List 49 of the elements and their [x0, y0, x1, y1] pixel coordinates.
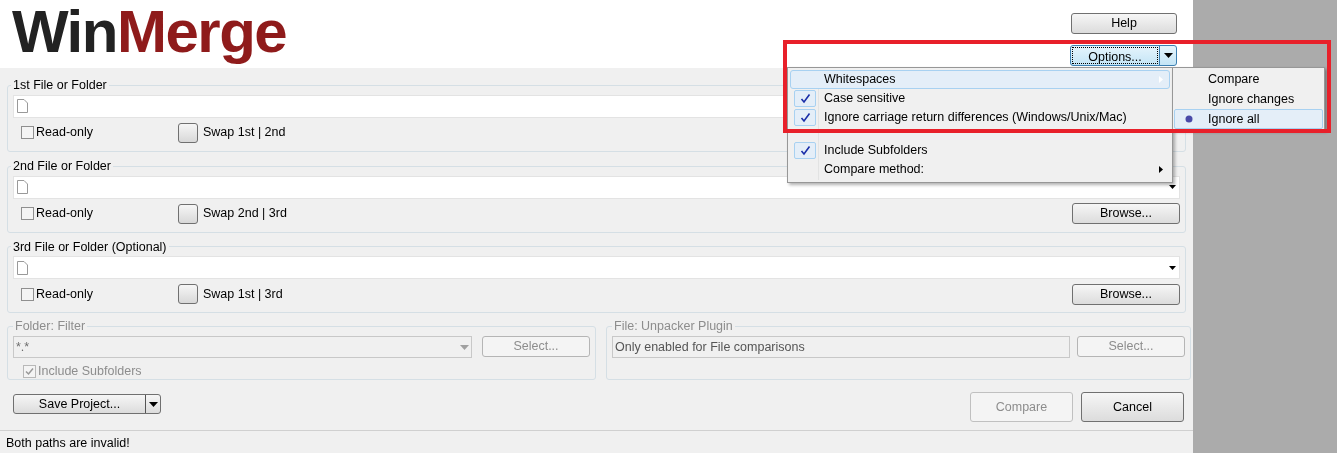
group-title: File: Unpacker Plugin [613, 318, 734, 336]
radio-dot-icon [1185, 115, 1193, 123]
browse-button[interactable]: Browse... [1072, 203, 1180, 224]
checkbox[interactable] [21, 287, 34, 301]
path-field[interactable] [13, 256, 1180, 280]
menu-item[interactable]: Include Subfolders [790, 141, 1170, 160]
group-title: 3rd File or Folder (Optional) [12, 238, 168, 256]
dropdown-arrow-icon[interactable] [1169, 185, 1176, 189]
options-split-button[interactable]: Options... [1070, 45, 1177, 66]
swap-label: Swap 1st | 2nd [203, 124, 286, 142]
document-icon [17, 260, 28, 275]
group-title: 1st File or Folder [12, 77, 108, 94]
group-title: 2nd File or Folder [12, 157, 112, 175]
swap-button[interactable] [178, 122, 198, 143]
menu-item[interactable]: Case sensitive [790, 89, 1170, 108]
checkmark-icon [794, 142, 816, 159]
dropdown-arrow-icon[interactable] [1169, 265, 1176, 270]
checkbox-label: Read-only [36, 285, 93, 303]
checkbox-label: Include Subfolders [38, 363, 142, 380]
submenu-item[interactable]: Ignore changes [1174, 89, 1323, 109]
checkbox[interactable] [21, 207, 34, 220]
help-button[interactable]: Help [1071, 13, 1177, 34]
swap-button[interactable] [178, 284, 198, 305]
document-icon [17, 180, 28, 194]
browse-button[interactable]: Browse... [1072, 283, 1180, 305]
swap-label: Swap 1st | 3rd [203, 285, 283, 303]
group-title: Folder: Filter [14, 318, 87, 336]
app-logo: WinMerge [12, 2, 287, 62]
submenu-arrow-icon [1159, 166, 1163, 173]
caret-icon [1163, 53, 1173, 58]
checkbox-label: Read-only [36, 205, 93, 223]
checkmark-icon [794, 109, 816, 126]
caret-icon [148, 401, 158, 407]
save-project-label: Save Project... [37, 396, 122, 414]
submenu-item[interactable]: Compare [1174, 69, 1323, 89]
submenu-item[interactable]: Ignore all [1174, 109, 1323, 129]
cancel-button[interactable]: Cancel [1081, 392, 1184, 423]
menu-item[interactable]: Compare method: [790, 160, 1170, 179]
menu-item[interactable]: Whitespaces [790, 70, 1170, 89]
checkbox[interactable] [21, 126, 34, 140]
status-text: Both paths are invalid! [6, 436, 130, 451]
swap-label: Swap 2nd | 3rd [203, 205, 287, 223]
options-label: Options... [1072, 47, 1158, 64]
save-project-button[interactable]: Save Project... [13, 394, 161, 415]
swap-button[interactable] [178, 203, 198, 224]
menu-item[interactable]: Ignore carriage return differences (Windows/Unix/Mac) [790, 108, 1170, 127]
checkmark-icon [794, 90, 816, 107]
document-icon [17, 99, 28, 114]
checkbox-label: Read-only [36, 124, 93, 142]
